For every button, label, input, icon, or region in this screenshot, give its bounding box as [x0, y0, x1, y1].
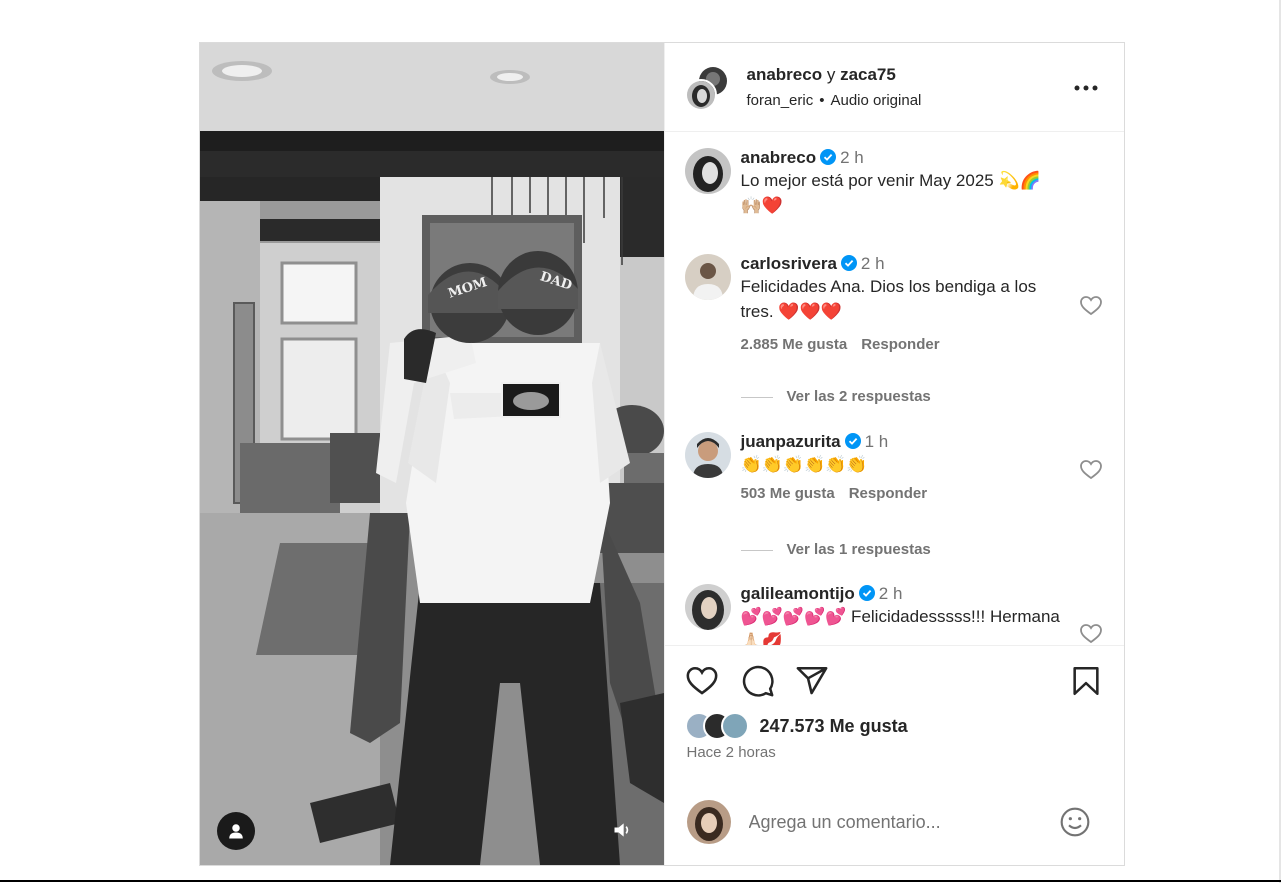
- comment-meta: 2.885 Me gusta Responder: [741, 336, 1071, 353]
- share-icon[interactable]: [795, 664, 829, 698]
- author-avatars[interactable]: [684, 65, 733, 113]
- add-comment-bar: [665, 786, 1126, 846]
- tagged-users-button[interactable]: [217, 812, 255, 850]
- caption-text-line2: 🙌🏼❤️: [740, 196, 783, 215]
- audio-link[interactable]: Audio original: [830, 92, 921, 109]
- comment-body: carlosrivera 2 h Felicidades Ana. Dios lo…: [741, 254, 1071, 353]
- window-bottom-edge: [0, 880, 1281, 882]
- verified-badge-icon: [820, 149, 837, 165]
- authors-joiner: y: [826, 65, 836, 84]
- view-replies-label: Ver las 1 respuestas: [786, 541, 931, 558]
- caption-text: Lo mejor está por venir May 2025 💫🌈: [740, 171, 1041, 190]
- reply-button[interactable]: Responder: [861, 336, 939, 353]
- verified-badge-icon: [840, 255, 857, 271]
- comment-time[interactable]: 1 h: [865, 432, 889, 451]
- avatar-juanpazurita[interactable]: [684, 432, 731, 478]
- caption-time[interactable]: 2 h: [840, 148, 864, 167]
- caption-username[interactable]: anabreco: [741, 148, 817, 167]
- comment-likes[interactable]: 2.885 Me gusta: [741, 336, 848, 353]
- comment-meta: 503 Me gusta Responder: [741, 485, 1071, 502]
- speaker-icon: [614, 823, 629, 837]
- avatar-anabreco[interactable]: [684, 148, 731, 194]
- like-comment-heart-icon[interactable]: [1079, 458, 1103, 482]
- comment-username[interactable]: galileamontijo: [741, 584, 855, 603]
- view-replies-button[interactable]: Ver las 1 respuestas: [740, 541, 931, 558]
- verified-badge-icon: [858, 585, 875, 601]
- avatar-galileamontijo[interactable]: [684, 584, 731, 630]
- liker-avatar: [720, 712, 749, 740]
- comment-text: 👏👏👏👏👏👏: [740, 455, 868, 474]
- comment-likes[interactable]: 503 Me gusta: [741, 485, 835, 502]
- post-authors: anabreco y zaca75: [747, 65, 896, 85]
- like-comment-heart-icon[interactable]: [1079, 294, 1103, 318]
- more-icon: [1074, 85, 1097, 91]
- comment-time[interactable]: 2 h: [879, 584, 903, 603]
- post-card: MOM DAD anabreco y zaca75 foran_eric • A…: [199, 42, 1125, 866]
- author-link-anabreco[interactable]: anabreco: [747, 65, 823, 84]
- avatar-anabreco[interactable]: [684, 79, 717, 111]
- author-link-zaca75[interactable]: zaca75: [840, 65, 896, 84]
- post-actions: 247.573 Me gusta Hace 2 horas: [664, 645, 1126, 865]
- separator-dot: •: [819, 92, 825, 109]
- comment-text: Felicidades Ana. Dios los bendiga a los …: [740, 277, 1037, 321]
- view-replies-label: Ver las 2 respuestas: [786, 388, 931, 405]
- replies-divider: [740, 549, 773, 551]
- reply-button[interactable]: Responder: [849, 485, 927, 502]
- audio-user-link[interactable]: foran_eric: [747, 92, 814, 109]
- audio-attribution: foran_eric • Audio original: [747, 92, 922, 109]
- like-comment-heart-icon[interactable]: [1079, 622, 1103, 645]
- comment-username[interactable]: juanpazurita: [741, 432, 841, 451]
- like-heart-icon[interactable]: [685, 664, 719, 698]
- add-comment-input[interactable]: [748, 806, 1049, 838]
- comments-list[interactable]: anabreco 2 h Lo mejor está por venir May …: [665, 132, 1125, 645]
- comment-time[interactable]: 2 h: [861, 254, 885, 273]
- likes-count[interactable]: 247.573 Me gusta: [760, 716, 908, 737]
- bookmark-icon[interactable]: [1069, 664, 1103, 698]
- post-media[interactable]: MOM DAD: [200, 43, 664, 865]
- comment-body: juanpazurita 1 h 👏👏👏👏👏👏 503 Me gusta Respo…: [741, 432, 1071, 502]
- post-time[interactable]: Hace 2 horas: [687, 744, 776, 761]
- comment-text: 💕💕💕💕💕 Felicidadesssss!!! Hermana 🙏🏻💋: [740, 607, 1060, 645]
- replies-divider: [740, 396, 773, 398]
- user-tag-icon: [229, 824, 243, 839]
- verified-badge-icon: [844, 433, 861, 449]
- caption-body: anabreco 2 h Lo mejor está por venir May …: [741, 148, 1071, 218]
- comment-icon[interactable]: [741, 664, 775, 698]
- emoji-icon[interactable]: [1059, 806, 1091, 838]
- comment-body: galileamontijo 2 h 💕💕💕💕💕 Felicidadesssss!…: [741, 584, 1071, 645]
- avatar-carlosrivera[interactable]: [684, 254, 731, 300]
- post-header: anabreco y zaca75 foran_eric • Audio origi…: [664, 43, 1124, 132]
- more-options-button[interactable]: [1073, 75, 1099, 101]
- post-side-panel: anabreco y zaca75 foran_eric • Audio origi…: [663, 43, 1126, 865]
- current-user-avatar: [686, 800, 731, 844]
- photo-couple-embrace: MOM DAD: [200, 43, 664, 865]
- audio-toggle-button[interactable]: [606, 814, 638, 846]
- comment-username[interactable]: carlosrivera: [741, 254, 837, 273]
- view-replies-button[interactable]: Ver las 2 respuestas: [740, 388, 931, 405]
